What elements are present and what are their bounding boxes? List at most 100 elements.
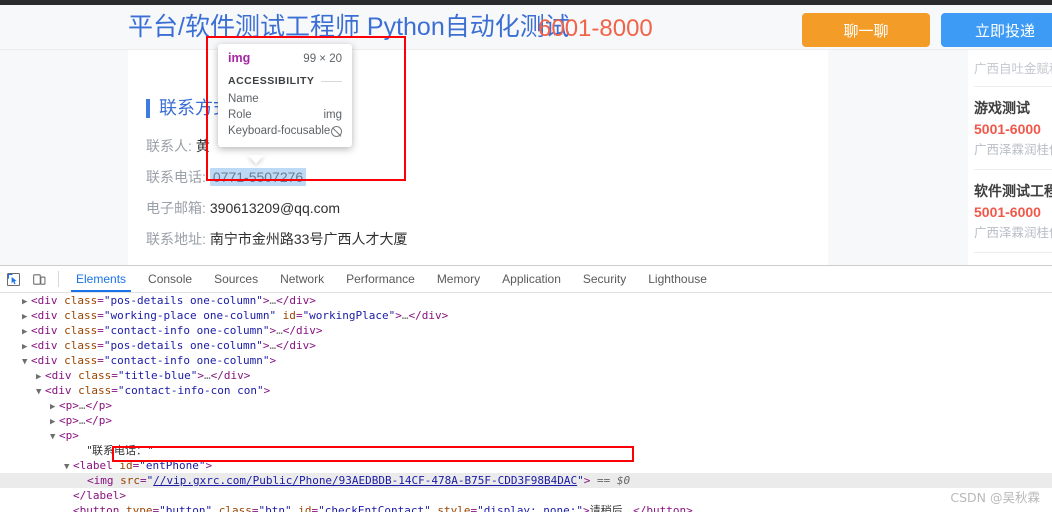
accessibility-label: ACCESSIBILITY <box>228 75 315 87</box>
tab-lighthouse[interactable]: Lighthouse <box>637 266 718 292</box>
dom-tree-line[interactable]: ▶ <div class="pos-details one-column">…</… <box>0 338 1052 353</box>
dom-token-punct: < <box>31 309 38 322</box>
contact-row: 联系电话: 0771-5507276 <box>146 167 706 198</box>
dom-tree-line[interactable]: ▼ <label id="entPhone"> <box>0 458 1052 473</box>
dom-token-attr: src <box>113 474 140 487</box>
dom-token-tag: div <box>37 324 58 337</box>
web-page-area: 平台/软件测试工程师 Python自动化测试 6001-8000 聊一聊 立即投… <box>0 0 1052 265</box>
dom-token-ellip: … <box>78 414 86 427</box>
dom-token-punct: > <box>105 399 112 412</box>
tab-memory[interactable]: Memory <box>426 266 491 292</box>
dom-tree-line[interactable]: ▼ <div class="contact-info-con con"> <box>0 383 1052 398</box>
tab-security[interactable]: Security <box>572 266 637 292</box>
dom-token-tag: button <box>646 504 687 512</box>
dom-tree-line[interactable]: <img src= "//vip.gxrc.com/Public/Phone/93… <box>0 473 1052 488</box>
tab-performance[interactable]: Performance <box>335 266 426 292</box>
dom-token-tag: div <box>223 369 244 382</box>
dom-token-punct: > <box>395 309 402 322</box>
devtools-toolbar: Elements Console Sources Network Performance… <box>0 266 1052 293</box>
inspect-tooltip: img 99 × 20 ACCESSIBILITY Name Role img Key… <box>218 44 352 147</box>
dom-token-punct: </ <box>276 294 290 307</box>
apply-button[interactable]: 立即投递 <box>941 13 1052 47</box>
dom-token-tag: div <box>295 324 316 337</box>
dom-token-txt: "联系电话： <box>87 444 148 457</box>
related-job-item[interactable]: 游戏测试 5001-6000 广西泽霖润桂信 <box>974 87 1052 160</box>
dom-token-punct: = <box>111 384 118 397</box>
tooltip-dimensions: 99 × 20 <box>303 53 342 65</box>
dom-tree-line[interactable]: ▶ <div class="title-blue">…</div> <box>0 368 1052 383</box>
related-job-title[interactable]: 软件测试工程 <box>974 181 1052 201</box>
dom-token-punct: < <box>31 339 38 352</box>
dom-token-val: "workingPlace" <box>302 309 396 322</box>
dom-tree-line[interactable]: ▼ <div class="contact-info one-column"> <box>0 353 1052 368</box>
tooltip-property-key: Keyboard-focusable <box>228 125 331 137</box>
device-toolbar-icon[interactable] <box>26 266 52 292</box>
tab-application[interactable]: Application <box>491 266 572 292</box>
dom-token-attr: id <box>276 309 296 322</box>
dom-token-tag: label <box>86 489 120 502</box>
tab-console[interactable]: Console <box>137 266 203 292</box>
dom-token-link[interactable]: //vip.gxrc.com/Public/Phone/93AEDBDB-14C… <box>153 474 577 487</box>
contact-phone-value[interactable]: 0771-5507276 <box>209 168 307 186</box>
dom-token-val: "contact-info one-column" <box>103 324 270 337</box>
related-job-title[interactable]: 游戏测试 <box>974 98 1052 118</box>
contact-row-label: 联系地址: <box>146 231 206 247</box>
contact-row-label: 联系人: <box>146 138 192 154</box>
watermark: CSDN @吴秋霖 <box>950 490 1040 505</box>
dom-tree-line[interactable]: ▶ <p>…</p> <box>0 398 1052 413</box>
tooltip-property-row: Name <box>228 91 342 107</box>
dom-token-punct: < <box>59 399 66 412</box>
toolbar-divider <box>58 271 59 287</box>
dom-token-punct: < <box>73 459 80 472</box>
chat-button[interactable]: 聊一聊 <box>802 13 930 47</box>
dom-token-punct: = <box>295 309 303 322</box>
dom-token-val: "working-place one-column" <box>103 309 277 322</box>
dom-token-val: "display: none;" <box>477 504 584 512</box>
tooltip-property-key: Name <box>228 93 259 105</box>
dom-token-tag: div <box>51 369 72 382</box>
dom-tree-line[interactable]: "联系电话：" <box>0 443 1052 458</box>
accessibility-rule <box>321 80 342 82</box>
dom-token-val: "pos-details one-column" <box>103 339 263 352</box>
tooltip-accessibility-heading: ACCESSIBILITY <box>228 75 342 87</box>
dom-token-val: "title-blue" <box>117 369 198 382</box>
not-allowed-icon <box>331 125 342 137</box>
dom-token-tag: div <box>37 354 58 367</box>
dom-token-punct: = <box>97 309 104 322</box>
dom-token-ellip: … <box>401 309 409 322</box>
dom-token-attr: id <box>291 504 312 512</box>
dom-token-tag: img <box>93 474 114 487</box>
contact-row: 联系地址: 南宁市金州路33号广西人才大厦 <box>146 229 706 260</box>
dom-tree-line[interactable]: ▶ <p>…</p> <box>0 413 1052 428</box>
dom-tree-line[interactable]: ▶ <div class="pos-details one-column">…</… <box>0 293 1052 308</box>
dom-token-punct: < <box>31 354 38 367</box>
dom-token-txt: " <box>147 444 154 457</box>
related-job-company: 广西泽霖润桂信 <box>974 143 1052 157</box>
dom-tree-line[interactable]: ▶ <div class="contact-info one-column">…<… <box>0 323 1052 338</box>
dom-tree-line[interactable]: <button type="button" class="btn" id="ch… <box>0 503 1052 512</box>
dom-token-val: "pos-details one-column" <box>103 294 263 307</box>
devtools-panel: Elements Console Sources Network Performance… <box>0 265 1052 512</box>
dom-token-attr: class <box>57 309 98 322</box>
dom-token-punct: > <box>72 399 79 412</box>
tab-sources[interactable]: Sources <box>203 266 269 292</box>
dom-token-punct: < <box>59 414 66 427</box>
contact-row: 电子邮箱: 390613209@qq.com <box>146 198 706 229</box>
dom-tree-line[interactable]: ▼ <p> <box>0 428 1052 443</box>
dom-tree[interactable]: ▶ <div class="pos-details one-column">…</… <box>0 293 1052 512</box>
dom-token-ellip: … <box>78 399 86 412</box>
rail-divider <box>974 252 1052 253</box>
dom-token-val: "entPhone" <box>139 459 206 472</box>
dom-tree-line[interactable]: </label> <box>0 488 1052 503</box>
dom-token-val: "checkEntContact" <box>318 504 431 512</box>
dom-token-punct: </ <box>210 369 224 382</box>
dom-tree-line[interactable]: ▶ <div class="working-place one-column" i… <box>0 308 1052 323</box>
tab-network[interactable]: Network <box>269 266 335 292</box>
tab-elements[interactable]: Elements <box>65 266 137 292</box>
related-job-item[interactable]: 软件测试工程 5001-6000 广西泽霖润桂信 <box>974 170 1052 243</box>
dom-token-attr: style <box>430 504 471 512</box>
contact-row-value: 黄 <box>195 138 210 154</box>
inspect-element-icon[interactable] <box>0 266 26 292</box>
dom-token-punct: > <box>263 384 271 397</box>
